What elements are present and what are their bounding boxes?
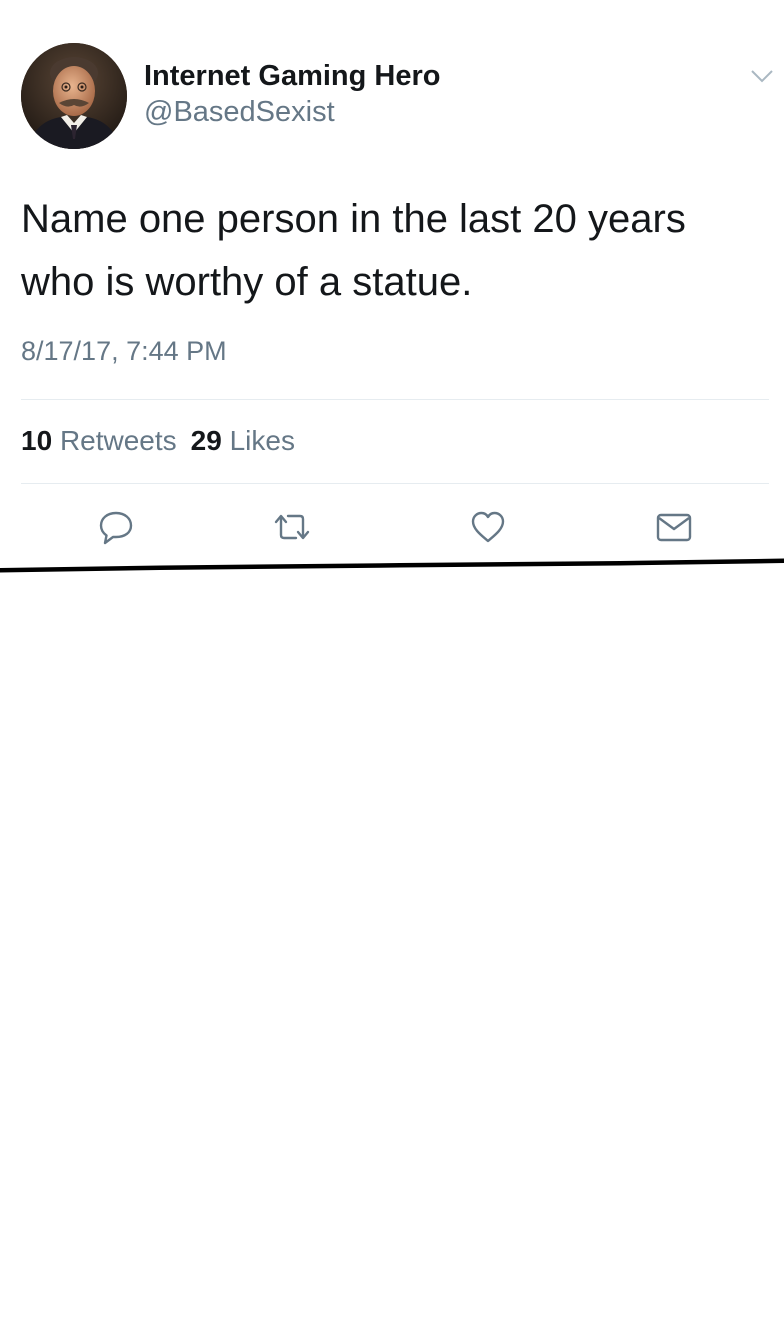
speech-bubble-icon: [99, 511, 133, 545]
divider: [21, 483, 769, 484]
author-display-name[interactable]: Internet Gaming Hero: [144, 60, 441, 93]
tweet-text: Name one person in the last 20 years who…: [21, 197, 686, 304]
tweet-stats: 10 Retweets 29 Likes: [21, 425, 295, 457]
retweet-arrows-icon: [274, 514, 310, 540]
cut-line: [0, 558, 784, 573]
direct-message-button[interactable]: [652, 505, 696, 549]
tweet-timestamp[interactable]: 8/17/17, 7:44 PM: [21, 336, 227, 367]
heart-icon: [471, 511, 505, 543]
retweet-button[interactable]: [270, 505, 314, 549]
likes-count: 29: [190, 425, 222, 456]
chevron-down-icon: [751, 70, 773, 83]
tweet-card: Internet Gaming Hero @BasedSexist Name o…: [0, 0, 784, 560]
avatar[interactable]: [21, 43, 127, 149]
retweets-stat[interactable]: 10 Retweets: [21, 425, 177, 456]
author-handle[interactable]: @BasedSexist: [144, 96, 335, 129]
like-button[interactable]: [466, 505, 510, 549]
likes-stat[interactable]: 29 Likes: [191, 425, 295, 456]
tweet-menu-button[interactable]: [748, 64, 776, 88]
likes-label: Likes: [229, 425, 295, 456]
envelope-icon: [656, 513, 692, 542]
retweets-count: 10: [21, 425, 53, 456]
portrait-avatar-icon: [21, 43, 127, 149]
retweets-label: Retweets: [59, 425, 177, 456]
blank-area: [0, 575, 784, 1340]
divider: [21, 399, 769, 400]
reply-button[interactable]: [94, 505, 138, 549]
